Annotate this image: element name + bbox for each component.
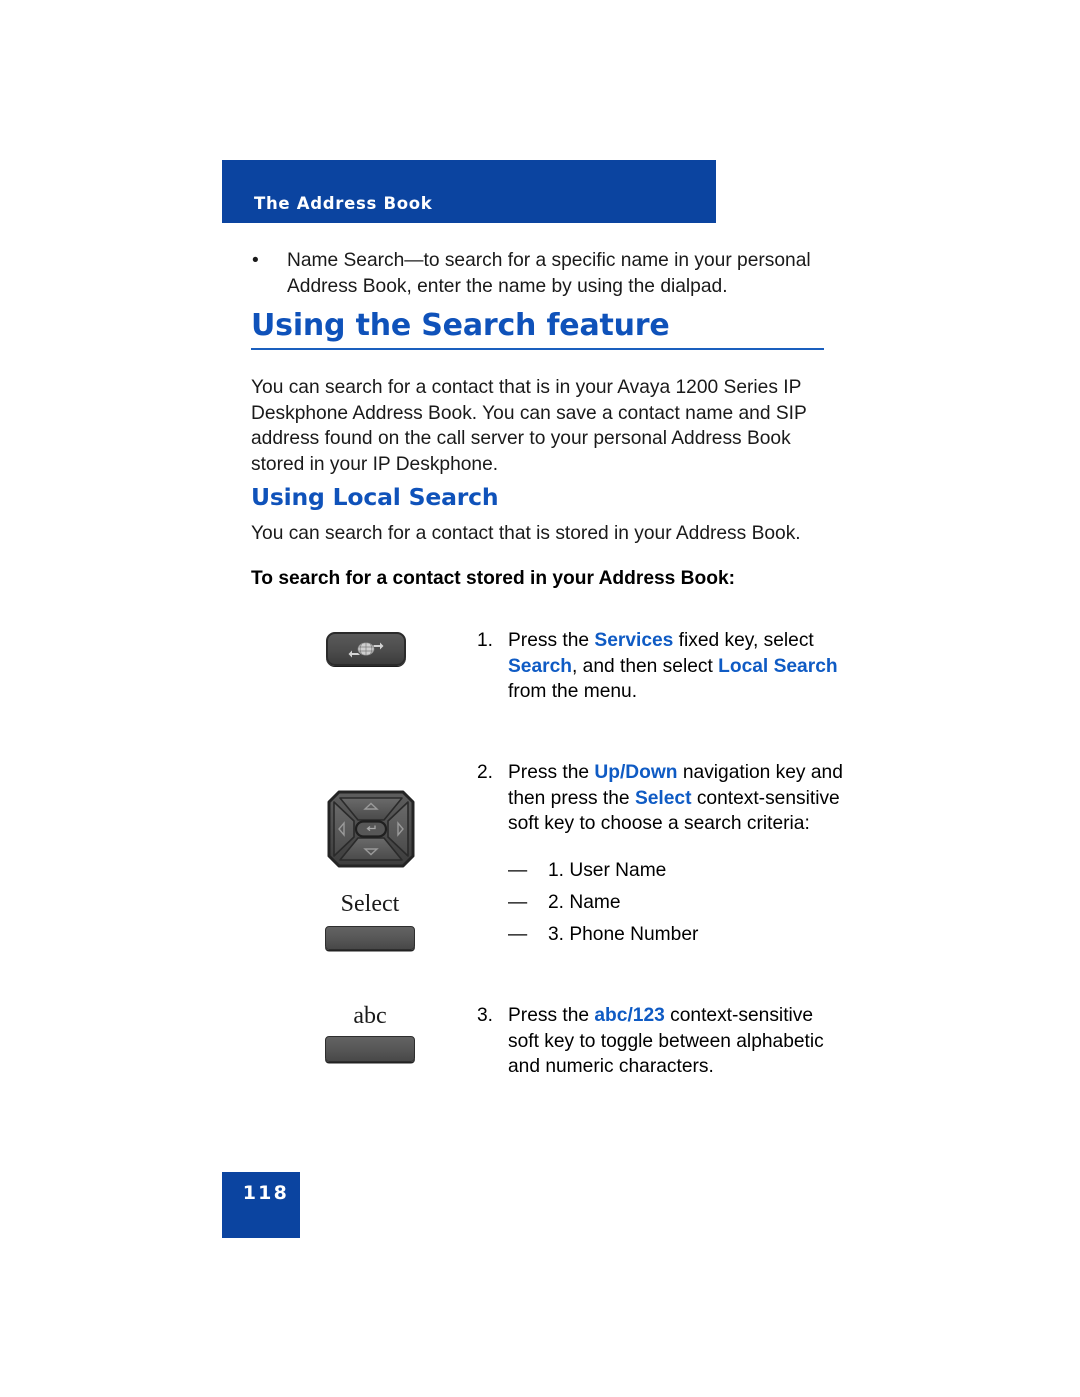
services-fixed-key-icon: [326, 632, 406, 666]
step-1: 1. Press the Services fixed key, select …: [477, 628, 847, 705]
keyword-term: abc/123: [594, 1005, 665, 1026]
step-3: 3. Press the abc/123 context-sensitive s…: [477, 1003, 847, 1080]
keyword-term: Services: [594, 630, 674, 651]
section-heading: Using the Search feature: [251, 308, 670, 343]
keyword-term: Search: [508, 655, 572, 677]
sublist-item-label: 1. User Name: [548, 859, 667, 881]
step-1-text: Press the Services fixed key, select Sea…: [508, 630, 838, 702]
step-3-number: 3.: [477, 1005, 494, 1026]
section-heading-rule: [251, 348, 824, 350]
em-dash-marker-icon: —: [508, 891, 528, 913]
step-2-text: Press the Up/Down navigation key and the…: [508, 762, 843, 834]
running-header-band: The Address Book: [222, 160, 716, 223]
select-soft-key-label: Select: [340, 891, 400, 917]
step-2-number: 2.: [477, 762, 494, 783]
manual-page: The Address Book • Name Search—to search…: [0, 0, 1080, 1397]
step-2-sublist: — 1. User Name — 2. Name — 3. Phone Numb…: [508, 855, 847, 951]
step-2: 2. Press the Up/Down navigation key and …: [477, 760, 847, 951]
navigation-pad-drawing: [327, 790, 415, 868]
step-1-number: 1.: [477, 630, 494, 651]
subsection-heading: Using Local Search: [251, 483, 499, 511]
page-number: 118: [242, 1182, 289, 1204]
keyword-term: Select: [634, 787, 692, 809]
abc-soft-key-label: abc: [353, 1003, 387, 1029]
intro-bullet-text: Name Search—to search for a specific nam…: [287, 250, 811, 297]
select-soft-key[interactable]: [325, 926, 415, 950]
page-number-box: 118: [222, 1172, 300, 1238]
em-dash-marker-icon: —: [508, 859, 528, 881]
sublist-item-label: 2. Name: [548, 891, 621, 913]
intro-bullet-item: • Name Search—to search for a specific n…: [252, 248, 842, 299]
subsection-paragraph: You can search for a contact that is sto…: [251, 523, 801, 544]
procedure-lead-in: To search for a contact stored in your A…: [251, 568, 736, 589]
keyword-term: Local Search: [718, 655, 838, 677]
sublist-item: — 2. Name: [508, 887, 847, 919]
services-globe-arrows-icon: [348, 642, 384, 658]
em-dash-marker-icon: —: [508, 923, 528, 945]
keyword-term: Up/Down: [594, 762, 678, 783]
sublist-item: — 3. Phone Number: [508, 919, 847, 951]
navigation-cluster-icon: [327, 790, 415, 868]
sublist-item-label: 3. Phone Number: [548, 923, 699, 945]
bullet-marker-icon: •: [252, 250, 259, 271]
sublist-item: — 1. User Name: [508, 855, 847, 887]
step-3-text: Press the abc/123 context-sensitive soft…: [508, 1005, 824, 1077]
running-header-title: The Address Book: [254, 194, 433, 213]
abc-soft-key[interactable]: [325, 1036, 415, 1062]
section-paragraph: You can search for a contact that is in …: [251, 377, 807, 475]
